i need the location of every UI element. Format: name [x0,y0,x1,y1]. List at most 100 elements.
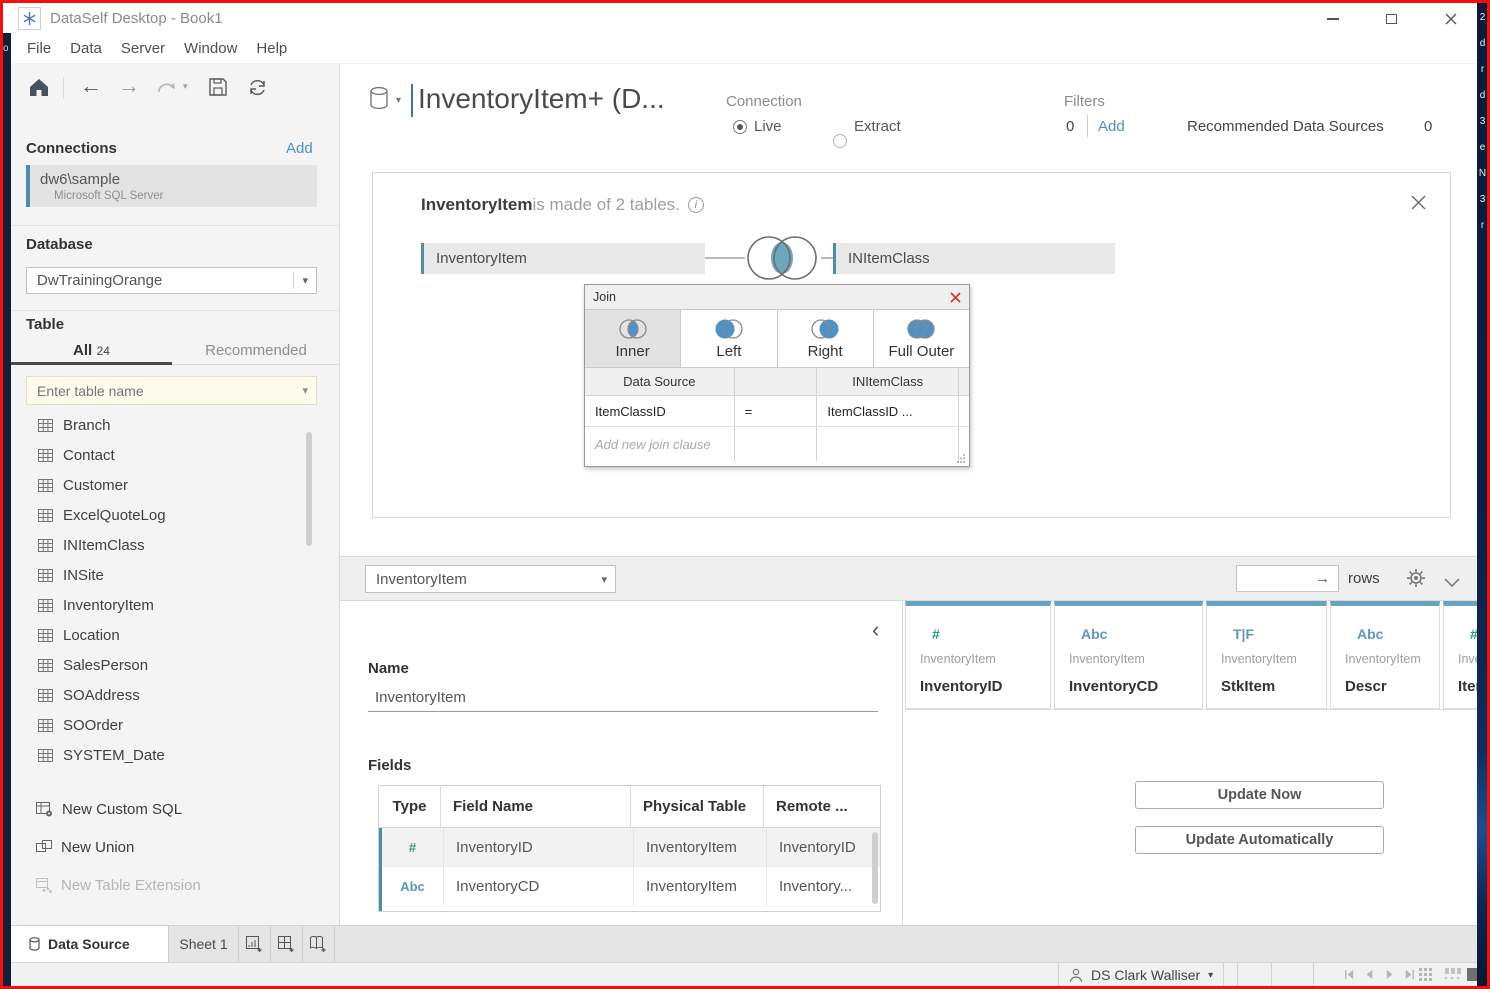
refresh-icon[interactable] [247,77,268,103]
table-list-item[interactable]: SYSTEM_Date [26,740,306,770]
connection-label: Connection [726,93,802,110]
connection-name: dw6\sample [30,165,317,188]
table-list-item[interactable]: INItemClass [26,530,306,560]
table-extension-icon [36,878,52,893]
table-list-item[interactable]: INSite [26,560,306,590]
radio-extract[interactable] [833,134,847,148]
new-dashboard-button[interactable] [271,926,303,962]
join-clause-row[interactable]: ItemClassID = ItemClassID ... [585,396,969,427]
table-search-input[interactable] [27,383,294,399]
tab-data-source[interactable]: Data Source [11,926,169,962]
grid-column-header[interactable]: Abc InventoryItem Descr [1330,601,1440,709]
row-limit-field[interactable]: → [1236,565,1339,592]
table-list-item[interactable]: Location [26,620,306,650]
search-caret-icon[interactable]: ▾ [294,384,316,397]
add-connection-link[interactable]: Add [286,140,313,157]
field-type-icon: Abc [400,879,425,894]
grid-column-header[interactable]: # InventoryItem ItemClassID [1443,601,1477,709]
forward-icon[interactable]: → [118,73,140,99]
resize-grip-icon[interactable] [957,454,966,463]
join-type-right[interactable]: Right [778,310,874,367]
join-type-full-outer[interactable]: Full Outer [874,310,969,367]
tab-recommended[interactable]: Recommended [172,342,340,359]
table-list-item[interactable]: Branch [26,410,306,440]
desktop-background-left: o [2,33,11,986]
recommended-sources-label[interactable]: Recommended Data Sources [1187,118,1384,135]
new-worksheet-button[interactable] [239,926,271,962]
maximize-button[interactable] [1380,9,1402,29]
apply-arrow-icon[interactable]: → [1315,570,1338,587]
last-page-icon[interactable] [1403,968,1416,981]
back-icon[interactable]: ← [80,73,102,99]
table-selector-dropdown[interactable]: InventoryItem ▾ [365,565,616,593]
radio-extract-label: Extract [854,118,901,135]
custom-sql-icon [36,802,53,817]
close-button[interactable] [1440,9,1462,29]
table-list-item[interactable]: SalesPerson [26,650,306,680]
filters-add-link[interactable]: Add [1098,118,1125,135]
grid-column-header[interactable]: # InventoryItem InventoryID [905,601,1051,709]
table-list-item[interactable]: Customer [26,470,306,500]
redo-icon[interactable] [156,78,180,101]
join-dialog: Join Inner Left Right Full Out [584,284,970,467]
right-table-box[interactable]: INItemClass [833,243,1115,274]
new-story-button[interactable] [303,926,335,962]
info-icon[interactable]: i [688,197,704,213]
join-close-icon[interactable] [950,292,961,303]
list-view-icon[interactable] [1445,968,1461,987]
name-value[interactable]: InventoryItem [375,689,466,706]
menu-item[interactable]: Server [121,40,165,57]
save-icon[interactable] [208,77,228,102]
table-list-item[interactable]: Contact [26,440,306,470]
filters-count: 0 [1066,118,1074,135]
redo-caret-icon[interactable]: ▾ [183,81,188,92]
gear-icon[interactable] [1406,568,1426,593]
prev-page-icon[interactable] [1363,968,1376,981]
database-select[interactable]: DwTrainingOrange ▾ [26,267,317,294]
table-list-item[interactable]: ExcelQuoteLog [26,500,306,530]
menu-item[interactable]: Help [256,40,287,57]
grid-column-header[interactable]: Abc InventoryItem InventoryCD [1054,601,1203,709]
add-join-clause-row[interactable]: Add new join clause [585,427,969,461]
new-custom-sql[interactable]: New Custom SQL [26,794,316,824]
update-automatically-button[interactable]: Update Automatically [1135,826,1384,854]
grid-view-icon[interactable] [1419,968,1433,987]
table-list-item[interactable]: SOOrder [26,710,306,740]
table-search[interactable]: ▾ [26,376,317,405]
field-row[interactable]: Abc InventoryCD InventoryItem Inventory.… [379,867,880,906]
next-page-icon[interactable] [1383,968,1396,981]
join-type-left[interactable]: Left [681,310,777,367]
menu-item[interactable]: File [27,40,51,57]
menu-item[interactable]: Data [70,40,102,57]
datasource-icon[interactable] [368,86,392,117]
tab-all[interactable]: All 24 [11,342,172,360]
connection-item[interactable]: dw6\sample Microsoft SQL Server [26,165,317,207]
desktop-letter: N [1479,168,1486,179]
minimize-button[interactable] [1322,9,1344,29]
canvas-close-icon[interactable] [1411,195,1426,215]
datasource-title[interactable]: InventoryItem+ (D... [418,83,665,115]
datasource-caret-icon[interactable]: ▾ [396,95,401,106]
user-dropdown[interactable]: DS Clark Walliser ▾ [1058,963,1224,987]
first-page-icon[interactable] [1343,968,1356,981]
update-now-button[interactable]: Update Now [1135,781,1384,809]
home-button[interactable] [28,77,50,103]
table-list-scrollbar[interactable] [306,432,312,546]
row-limit-input[interactable] [1237,571,1315,587]
join-type-inner[interactable]: Inner [585,310,681,367]
table-grid-icon [38,449,53,462]
collapse-chevron-icon[interactable]: ‹ [872,617,879,643]
field-row[interactable]: # InventoryID InventoryItem InventoryID [379,828,880,867]
left-table-box[interactable]: InventoryItem [421,243,705,274]
grid-column-header[interactable]: T|F InventoryItem StkItem [1206,601,1327,709]
chevron-down-icon[interactable] [1444,574,1460,592]
menu-item[interactable]: Window [184,40,237,57]
tab-sheet-1[interactable]: Sheet 1 [169,926,239,962]
fields-scrollbar[interactable] [872,832,878,904]
inner-join-venn-icon[interactable] [741,230,823,291]
table-list-item[interactable]: InventoryItem [26,590,306,620]
new-union[interactable]: New Union [26,832,316,862]
radio-live[interactable] [733,120,747,134]
table-list-item[interactable]: SOAddress [26,680,306,710]
right-join-icon [807,318,843,340]
